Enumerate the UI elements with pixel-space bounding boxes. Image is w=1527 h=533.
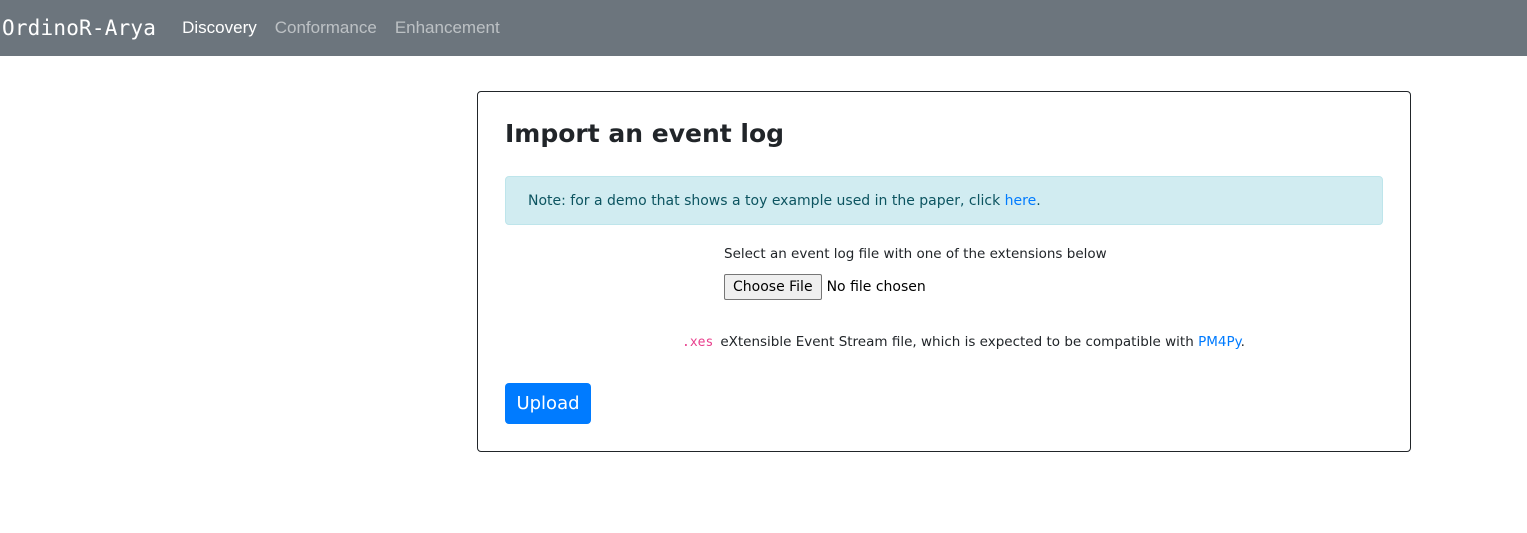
import-card: Import an event log Note: for a demo tha…	[477, 91, 1411, 452]
demo-here-link[interactable]: here	[1005, 193, 1037, 209]
nav-link-discovery[interactable]: Discovery	[182, 18, 257, 38]
choose-file-button[interactable]: Choose File	[724, 274, 822, 300]
alert-text: Note: for a demo that shows a toy exampl…	[528, 192, 1001, 209]
demo-note-alert: Note: for a demo that shows a toy exampl…	[505, 176, 1383, 225]
extension-suffix: .	[1240, 334, 1245, 350]
nav-link-conformance[interactable]: Conformance	[275, 18, 377, 38]
brand-logo[interactable]: OrdinoR-Arya	[2, 16, 156, 40]
file-input[interactable]: Choose File No file chosen	[724, 274, 926, 300]
file-status-text: No file chosen	[826, 279, 926, 295]
extension-code: .xes	[682, 335, 714, 350]
pm4py-link[interactable]: PM4Py	[1198, 334, 1241, 350]
extension-description: eXtensible Event Stream file, which is e…	[720, 334, 1199, 350]
upload-button[interactable]: Upload	[505, 383, 591, 424]
nav-link-enhancement[interactable]: Enhancement	[395, 18, 500, 38]
extension-info: .xes eXtensible Event Stream file, which …	[682, 334, 1245, 350]
nav-links: Discovery Conformance Enhancement	[182, 18, 518, 38]
page-title: Import an event log	[505, 119, 785, 148]
top-navbar: OrdinoR-Arya Discovery Conformance Enhan…	[0, 0, 1527, 56]
select-file-label: Select an event log file with one of the…	[724, 246, 1107, 262]
alert-suffix: .	[1036, 192, 1041, 209]
